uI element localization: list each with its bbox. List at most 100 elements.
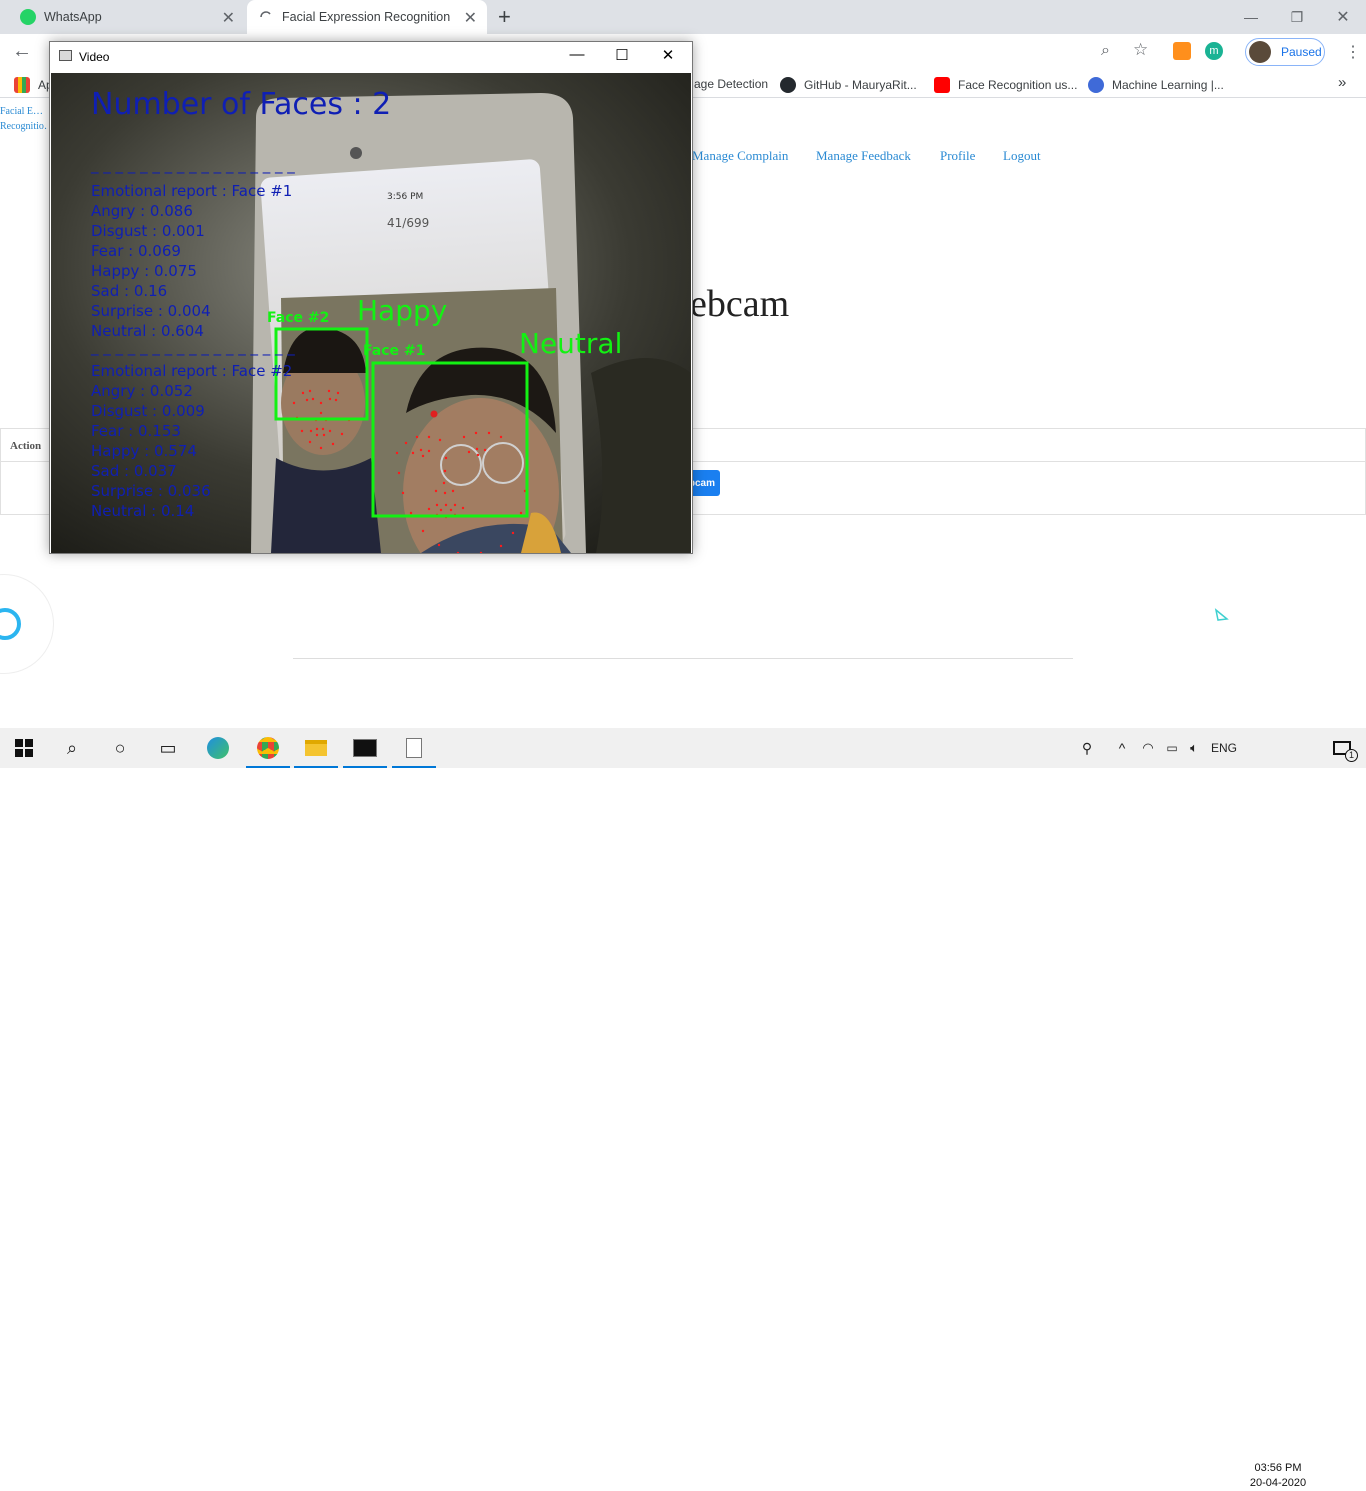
loading-spinner-icon xyxy=(260,11,271,18)
terminal-icon[interactable] xyxy=(341,728,389,768)
close-icon[interactable]: ✕ xyxy=(464,8,477,28)
bookmark-apps[interactable]: Ap xyxy=(14,77,53,93)
tab-title: WhatsApp xyxy=(44,10,102,24)
video-minimize-icon[interactable]: — xyxy=(555,46,599,68)
profile-status: Paused xyxy=(1281,45,1322,59)
system-clock[interactable]: 03:56 PM 20-04-2020 xyxy=(1246,1461,1310,1491)
report2-line: Surprise : 0.036 xyxy=(91,482,211,500)
apps-grid-icon xyxy=(14,77,30,93)
bookmark-label: Machine Learning |... xyxy=(1112,78,1224,92)
task-view-icon[interactable]: ▭ xyxy=(144,728,192,768)
notification-center-icon[interactable]: 1 xyxy=(1318,728,1366,768)
video-window-title: Video xyxy=(79,50,110,64)
video-maximize-icon[interactable]: ☐ xyxy=(600,46,644,68)
face1-emotion-label: Neutral xyxy=(519,327,622,360)
report1-line: Disgust : 0.001 xyxy=(91,222,205,240)
bookmark-label: GitHub - MauryaRit... xyxy=(804,78,917,92)
search-icon[interactable]: ⌕ xyxy=(1101,42,1110,60)
windows-taskbar: ⌕ ○ ▭ ⚲ ^ ◠ ▭ 🔈︎ ENG 03:56 PM 20-04-2020… xyxy=(0,728,1366,1489)
window-app-icon xyxy=(59,50,72,61)
bindi xyxy=(430,410,438,418)
video-titlebar[interactable]: Video — ☐ ✕ xyxy=(50,42,692,72)
avatar xyxy=(1249,41,1271,63)
language-indicator[interactable]: ENG xyxy=(1206,728,1242,768)
tab-whatsapp[interactable]: WhatsApp ✕ xyxy=(0,0,245,34)
page-heading: ebcam xyxy=(690,283,790,325)
windows-start-icon[interactable] xyxy=(0,728,48,768)
people-icon[interactable]: ⚲ xyxy=(1062,728,1112,768)
nav-manage-complain[interactable]: Manage Complain xyxy=(692,148,788,164)
video-window[interactable]: Video — ☐ ✕ 3:56 PM 41/699 Face #2 Happy… xyxy=(49,41,693,554)
bookmark-age-detection[interactable]: age Detection xyxy=(694,77,768,91)
report-divider: _ _ _ _ _ _ _ _ _ _ _ _ _ _ _ _ _ xyxy=(90,338,295,357)
open-webcam-button[interactable]: bcam xyxy=(689,470,720,496)
phone-time: 3:56 PM xyxy=(387,192,423,202)
webcam-scene: 3:56 PM 41/699 Face #2 Happy Face #1 Neu… xyxy=(51,73,691,553)
report1-line: Emotional report : Face #1 xyxy=(91,182,292,200)
github-icon xyxy=(780,77,796,93)
phone-camera xyxy=(350,147,362,159)
face2-tag: Face #2 xyxy=(267,310,329,326)
star-bookmark-icon[interactable]: ☆ xyxy=(1133,40,1148,60)
nav-manage-feedback[interactable]: Manage Feedback xyxy=(816,148,911,164)
nav-logout[interactable]: Logout xyxy=(1003,148,1041,164)
report2-line: Fear : 0.153 xyxy=(91,422,181,440)
video-close-icon[interactable]: ✕ xyxy=(646,46,690,68)
file-explorer-icon[interactable] xyxy=(292,728,340,768)
triangle-cursor-icon xyxy=(1214,608,1229,621)
extension-m-icon[interactable]: m xyxy=(1205,42,1223,60)
blank-file-icon[interactable] xyxy=(390,728,438,768)
close-icon[interactable]: ✕ xyxy=(222,8,235,28)
report2-line: Sad : 0.037 xyxy=(91,462,177,480)
search-icon[interactable]: ⌕ xyxy=(48,728,96,768)
background-shadow xyxy=(591,358,691,553)
tab-facial-expression[interactable]: Facial Expression Recognition ✕ xyxy=(247,0,487,34)
column-header-action: Action xyxy=(10,440,42,452)
chat-widget-ring-icon xyxy=(0,608,21,640)
bookmark-label: Face Recognition us... xyxy=(958,78,1078,92)
kebab-menu-icon[interactable]: ⋮ xyxy=(1345,42,1361,62)
face2-emotion-label: Happy xyxy=(357,294,447,327)
report1-line: Sad : 0.16 xyxy=(91,282,167,300)
wifi-icon[interactable]: ◠ xyxy=(1136,728,1160,768)
new-tab-plus-icon[interactable]: + xyxy=(498,4,511,30)
chevron-up-icon[interactable]: ^ xyxy=(1110,728,1134,768)
logo-broken-image[interactable]: Facial E… Recognitio… xyxy=(0,104,48,134)
browser-tab-strip: WhatsApp ✕ Facial Expression Recognition… xyxy=(0,0,1366,34)
clock-date: 20-04-2020 xyxy=(1249,1477,1307,1489)
cortana-icon[interactable]: ○ xyxy=(96,728,144,768)
coursera-icon xyxy=(1088,77,1104,93)
volume-icon[interactable]: 🔈︎ xyxy=(1182,728,1206,768)
report2-line: Neutral : 0.14 xyxy=(91,502,194,520)
bookmark-github[interactable]: GitHub - MauryaRit... xyxy=(780,77,917,93)
close-window-icon[interactable]: ✕ xyxy=(1320,0,1366,34)
bookmark-machine-learning[interactable]: Machine Learning |... xyxy=(1088,77,1224,93)
chat-widget[interactable] xyxy=(0,574,54,674)
face1-tag: Face #1 xyxy=(363,343,425,359)
chrome-icon[interactable] xyxy=(244,728,292,768)
whatsapp-icon xyxy=(20,9,36,25)
divider xyxy=(293,658,1073,659)
notification-badge: 1 xyxy=(1345,749,1358,762)
bookmark-face-recognition[interactable]: Face Recognition us... xyxy=(934,77,1077,93)
report1-line: Happy : 0.075 xyxy=(91,262,197,280)
back-arrow-icon[interactable]: ← xyxy=(12,40,32,63)
edge-icon[interactable] xyxy=(194,728,242,768)
battery-icon[interactable]: ▭ xyxy=(1160,728,1184,768)
report2-line: Happy : 0.574 xyxy=(91,442,197,460)
restore-icon[interactable]: ❐ xyxy=(1274,0,1320,34)
profile-button[interactable]: Paused xyxy=(1245,38,1325,66)
clock-time: 03:56 PM xyxy=(1254,1462,1302,1474)
report2-line: Disgust : 0.009 xyxy=(91,402,205,420)
tab-title: Facial Expression Recognition xyxy=(282,10,451,24)
bookmark-label: age Detection xyxy=(694,77,769,91)
bookmarks-overflow-icon[interactable]: » xyxy=(1338,74,1346,91)
report1-line: Surprise : 0.004 xyxy=(91,302,211,320)
nav-profile[interactable]: Profile xyxy=(940,148,975,164)
person2-shirt xyxy=(271,458,381,553)
minimize-icon[interactable]: — xyxy=(1228,0,1274,34)
faces-count: Number of Faces : 2 xyxy=(91,87,391,122)
extension-icon[interactable] xyxy=(1173,42,1191,60)
report2-line: Emotional report : Face #2 xyxy=(91,362,292,380)
phone-photo-counter: 41/699 xyxy=(387,216,429,230)
